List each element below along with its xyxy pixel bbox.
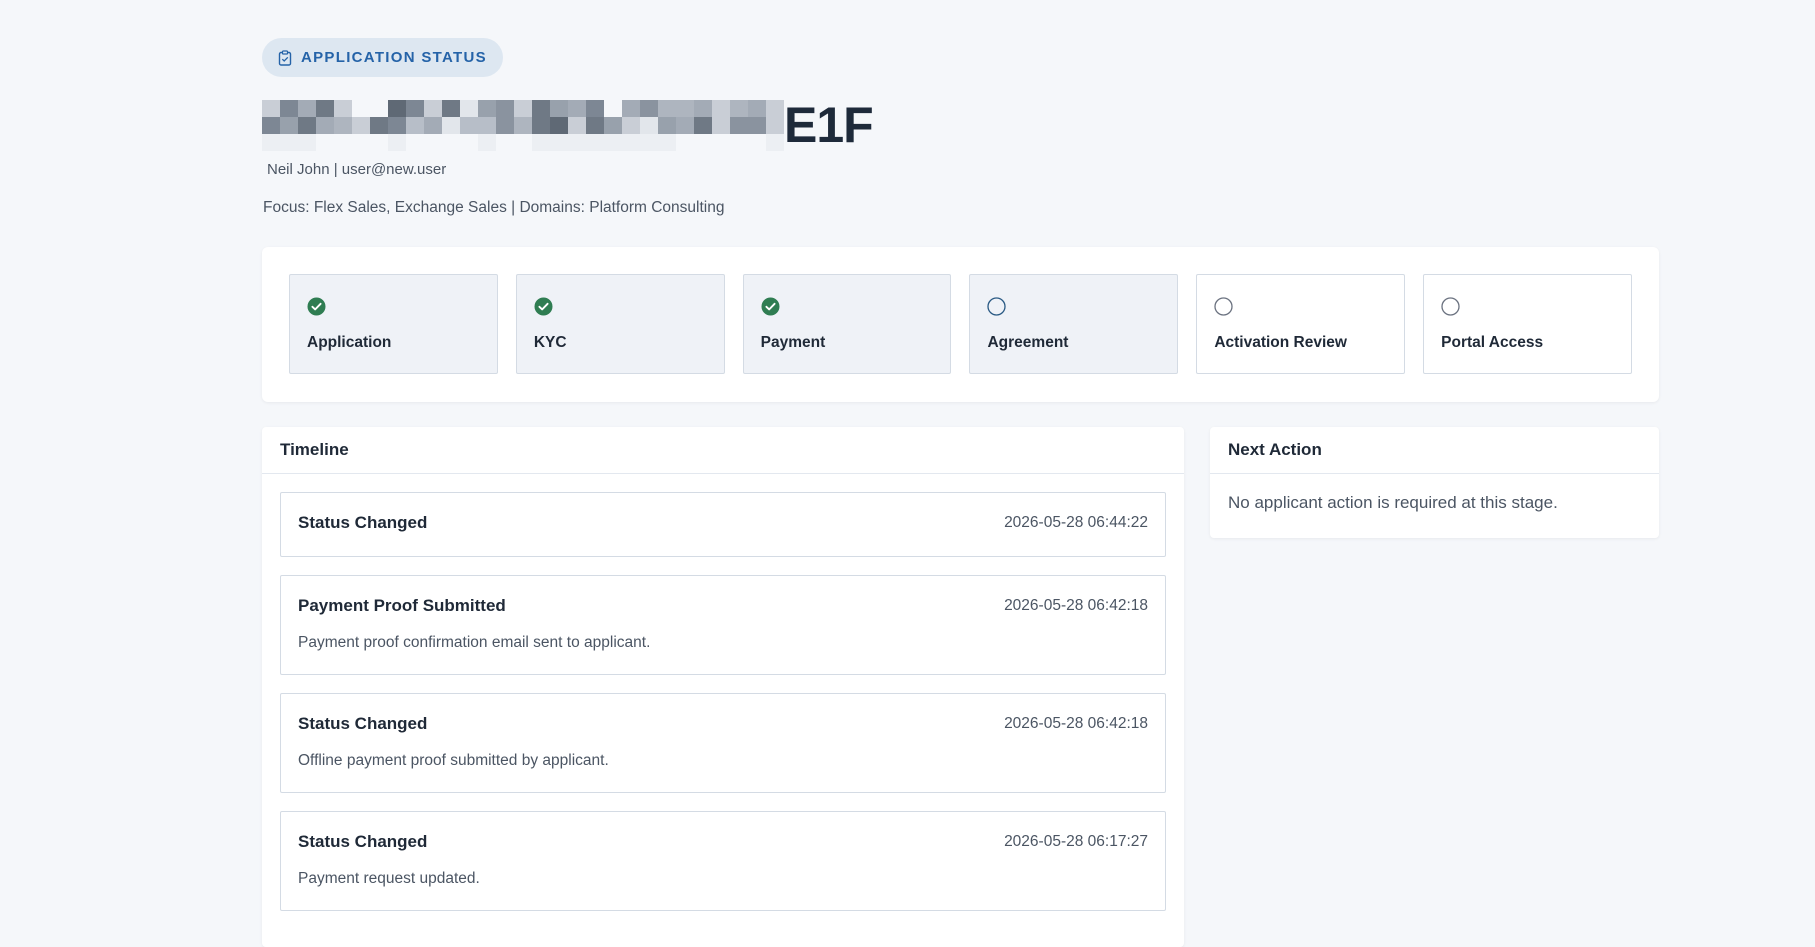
timeline-event: Status Changed 2026-05-28 06:17:27 Payment… <box>280 811 1166 911</box>
stage-activation-review: Activation Review <box>1196 274 1406 374</box>
stage-label: Activation Review <box>1214 334 1347 351</box>
application-id-suffix: E1F <box>784 97 874 153</box>
check-circle-icon <box>534 297 553 316</box>
stage-label: Application <box>307 334 392 351</box>
stage-kyc: KYC <box>515 274 725 374</box>
stage-payment: Payment <box>742 274 952 374</box>
event-timestamp: 2026-05-28 06:42:18 <box>1004 715 1148 732</box>
timeline-card: Timeline Status Changed 2026-05-28 06:44:… <box>262 427 1184 947</box>
clipboard-check-icon <box>278 49 292 66</box>
timeline-events: Status Changed 2026-05-28 06:44:22 Payment… <box>262 474 1184 929</box>
event-timestamp: 2026-05-28 06:17:27 <box>1004 833 1148 850</box>
application-id-title: E1F <box>262 96 874 154</box>
timeline-event: Payment Proof Submitted 2026-05-28 06:42:… <box>280 575 1166 675</box>
empty-circle-icon <box>1441 297 1460 316</box>
stage-label: Payment <box>760 334 826 351</box>
timeline-heading: Timeline <box>262 427 1184 474</box>
next-action-heading: Next Action <box>1210 427 1659 474</box>
next-action-message: No applicant action is required at this … <box>1228 493 1558 512</box>
event-description: Offline payment proof submitted by appli… <box>298 752 609 769</box>
stage-portal-access: Portal Access <box>1423 274 1632 374</box>
check-circle-icon <box>307 297 326 316</box>
stage-label: Portal Access <box>1441 334 1544 351</box>
stage-label: Agreement <box>987 334 1069 351</box>
stage-progress: Application KYC Payment Agreement Activation… <box>262 247 1659 402</box>
stage-label: KYC <box>533 334 567 351</box>
focus-domains-info: Focus: Flex Sales, Exchange Sales | Doma… <box>263 199 725 216</box>
empty-circle-icon <box>987 297 1007 316</box>
event-timestamp: 2026-05-28 06:42:18 <box>1004 597 1148 614</box>
badge-label: APPLICATION STATUS <box>301 49 487 66</box>
stage-application: Application <box>289 274 498 374</box>
application-status-badge: APPLICATION STATUS <box>262 38 503 77</box>
event-timestamp: 2026-05-28 06:44:22 <box>1004 514 1148 531</box>
redacted-id-mask <box>262 99 784 151</box>
stage-agreement: Agreement <box>969 274 1179 374</box>
timeline-event: Status Changed 2026-05-28 06:42:18 Offline… <box>280 693 1166 793</box>
applicant-info: Neil John | user@new.user <box>267 161 447 178</box>
event-description: Payment proof confirmation email sent to… <box>298 634 651 651</box>
next-action-card: Next Action No applicant action is requi… <box>1210 427 1659 538</box>
check-circle-icon <box>761 297 780 316</box>
timeline-event: Status Changed 2026-05-28 06:44:22 <box>280 492 1166 557</box>
event-description: Payment request updated. <box>298 870 480 887</box>
empty-circle-icon <box>1214 297 1233 316</box>
